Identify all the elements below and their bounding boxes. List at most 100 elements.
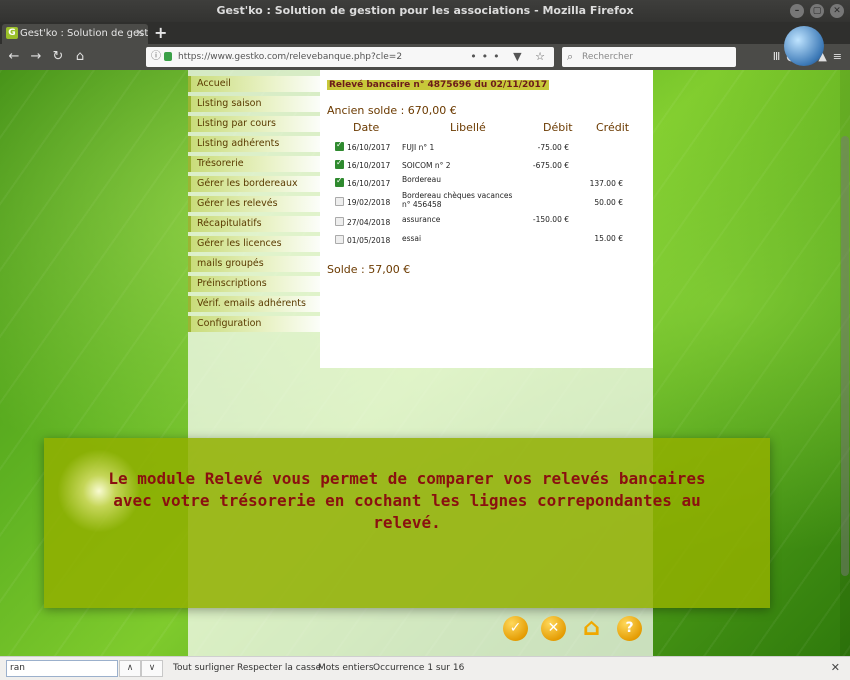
tab-close-icon[interactable]: ✕ (136, 24, 144, 44)
main-menu: Accueil Listing saison Listing par cours… (188, 76, 320, 336)
row-libelle: assurance (402, 215, 441, 224)
find-close-icon[interactable]: ✕ (831, 661, 840, 674)
row-libelle: FUJI n° 1 (402, 143, 435, 152)
menu-item-tresorerie[interactable]: Trésorerie (188, 156, 320, 172)
maximize-icon[interactable]: ▢ (810, 4, 824, 18)
tab-title: Gest'ko : Solution de gestion (20, 28, 148, 39)
find-previous-icon[interactable]: ∧ (119, 660, 141, 677)
row-checkbox[interactable] (335, 197, 344, 206)
match-case-option[interactable]: Respecter la casse (237, 663, 321, 673)
row-debit: -675.00 € (532, 161, 569, 170)
find-input[interactable]: ran (6, 660, 118, 677)
menu-item-configuration[interactable]: Configuration (188, 316, 320, 332)
row-libelle: Bordereau (402, 175, 441, 184)
statement-row: 16/10/2017 Bordereau 137.00 € (333, 174, 643, 192)
find-status: Occurrence 1 sur 16 (373, 663, 465, 673)
previous-balance: Ancien solde : 670,00 € (327, 104, 457, 117)
menu-item-listing-par-cours[interactable]: Listing par cours (188, 116, 320, 132)
tab-bar: G Gest'ko : Solution de gestion ✕ + (0, 22, 850, 44)
statement-row: 16/10/2017 SOICOM n° 2 -675.00 € (333, 156, 643, 174)
balance: Solde : 57,00 € (327, 263, 411, 276)
page-actions-icon[interactable]: ••• (470, 50, 504, 63)
menu-item-licences[interactable]: Gérer les licences (188, 236, 320, 252)
nav-bar: ← → ↻ ⌂ ⓘ https://www.gestko.com/releveb… (0, 44, 850, 70)
menu-item-releves[interactable]: Gérer les relevés (188, 196, 320, 212)
search-bar[interactable]: ⌕ Rechercher (562, 47, 736, 67)
new-tab-icon[interactable]: + (154, 23, 167, 42)
statement-row: 01/05/2018 essai 15.00 € (333, 231, 643, 249)
page-scrollbar[interactable] (840, 70, 850, 656)
favicon-icon: G (6, 27, 18, 39)
home-icon[interactable]: ⌂ (70, 47, 90, 67)
bookmark-star-icon[interactable]: ☆ (535, 50, 550, 63)
row-date: 19/02/2018 (347, 198, 391, 207)
menu-item-accueil[interactable]: Accueil (188, 76, 320, 92)
menu-item-verif-emails[interactable]: Vérif. emails adhérents (188, 296, 320, 312)
header-credit: Crédit (596, 121, 630, 134)
minimize-icon[interactable]: – (790, 4, 804, 18)
search-placeholder: Rechercher (582, 52, 633, 62)
help-icon[interactable]: ? (617, 616, 642, 641)
page-viewport: Accueil Listing saison Listing par cours… (0, 70, 850, 656)
menu-item-bordereaux[interactable]: Gérer les bordereaux (188, 176, 320, 192)
statement-row: 27/04/2018 assurance -150.00 € (333, 213, 643, 231)
row-date: 27/04/2018 (347, 218, 391, 227)
url-text: https://www.gestko.com/relevebanque.php?… (178, 52, 403, 62)
row-date: 16/10/2017 (347, 179, 391, 188)
window-titlebar: Gest'ko : Solution de gestion pour les a… (0, 0, 850, 22)
row-checkbox[interactable] (335, 176, 344, 187)
statement-title: Relevé bancaire n° 4875696 du 02/11/2017 (327, 80, 550, 90)
close-window-icon[interactable]: ✕ (830, 4, 844, 18)
browser-tab[interactable]: G Gest'ko : Solution de gestion ✕ (2, 24, 148, 44)
home-icon[interactable]: ⌂ (579, 615, 604, 641)
url-actions: ••• ▼ ☆ (470, 47, 550, 67)
window-title: Gest'ko : Solution de gestion pour les a… (216, 4, 634, 17)
page-info-icon[interactable]: ⓘ (151, 47, 161, 67)
menu-item-listing-saison[interactable]: Listing saison (188, 96, 320, 112)
library-icon[interactable]: Ⅲ (773, 47, 781, 67)
row-credit: 137.00 € (589, 179, 623, 188)
url-bar[interactable]: ⓘ https://www.gestko.com/relevebanque.ph… (146, 47, 554, 67)
header-date: Date (353, 121, 380, 134)
row-checkbox[interactable] (335, 158, 344, 169)
menu-item-mails-groupes[interactable]: mails groupés (188, 256, 320, 272)
header-libelle: Libellé (450, 121, 486, 134)
row-checkbox[interactable] (335, 217, 344, 226)
highlight-all-option[interactable]: Tout surligner (173, 663, 234, 673)
row-debit: -75.00 € (537, 143, 569, 152)
statement-row: 16/10/2017 FUJI n° 1 -75.00 € (333, 138, 643, 156)
search-icon: ⌕ (567, 50, 574, 63)
row-checkbox[interactable] (335, 235, 344, 244)
statement-row: 19/02/2018 Bordereau chèques vacances n°… (333, 191, 643, 211)
row-checkbox[interactable] (335, 140, 344, 151)
pocket-icon[interactable]: ▼ (513, 50, 526, 63)
back-icon[interactable]: ← (4, 47, 24, 67)
scrollbar-thumb[interactable] (841, 136, 849, 576)
row-date: 16/10/2017 (347, 161, 391, 170)
caption-text: Le module Relevé vous permet de comparer… (108, 469, 706, 532)
globe-icon (784, 26, 824, 66)
menu-item-preinscriptions[interactable]: Préinscriptions (188, 276, 320, 292)
row-credit: 15.00 € (594, 234, 623, 243)
header-debit: Débit (543, 121, 573, 134)
forward-icon[interactable]: → (26, 47, 46, 67)
cancel-icon[interactable]: ✕ (541, 616, 566, 641)
find-next-icon[interactable]: ∨ (141, 660, 163, 677)
tutorial-caption: Le module Relevé vous permet de comparer… (44, 438, 770, 608)
row-libelle: Bordereau chèques vacances n° 456458 (402, 191, 513, 209)
row-debit: -150.00 € (532, 215, 569, 224)
lock-icon (164, 52, 172, 61)
hamburger-menu-icon[interactable]: ≡ (833, 47, 842, 67)
menu-item-recapitulatifs[interactable]: Récapitulatifs (188, 216, 320, 232)
reload-icon[interactable]: ↻ (48, 47, 68, 67)
row-credit: 50.00 € (594, 198, 623, 207)
action-icons: ✓ ✕ ⌂ ? (503, 615, 642, 641)
whole-words-option[interactable]: Mots entiers (318, 663, 374, 673)
row-libelle: essai (402, 234, 422, 243)
row-libelle: SOICOM n° 2 (402, 161, 451, 170)
window-controls: – ▢ ✕ (790, 4, 844, 18)
row-date: 01/05/2018 (347, 236, 391, 245)
validate-icon[interactable]: ✓ (503, 616, 528, 641)
find-bar: ran ∧ ∨ Tout surligner Respecter la cass… (0, 656, 850, 680)
menu-item-listing-adherents[interactable]: Listing adhérents (188, 136, 320, 152)
